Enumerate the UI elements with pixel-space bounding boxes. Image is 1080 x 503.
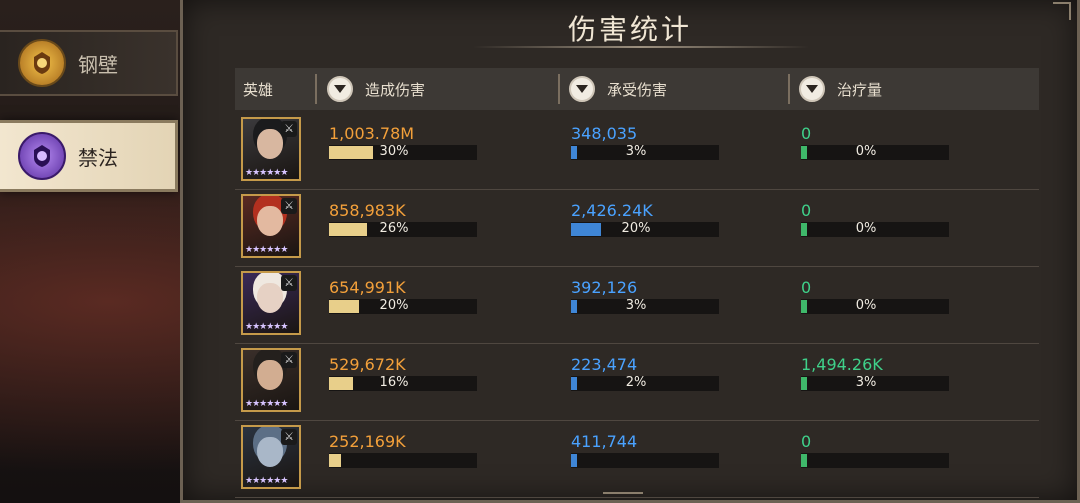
hero-portrait[interactable]: ⚔ ★★★★★★ — [241, 348, 301, 412]
tab-steel-wall[interactable]: 钢壁 — [0, 30, 178, 96]
row-divider — [235, 189, 1039, 190]
damage-dealt-percent: 20% — [379, 298, 409, 313]
class-badge-icon: ⚔ — [281, 121, 297, 137]
hero-face — [257, 437, 283, 467]
star-rating-icon: ★★★★★★ — [245, 399, 288, 409]
damage-taken-bar — [571, 453, 719, 468]
damage-taken-bar-fill — [571, 146, 577, 159]
healing-value: 0 — [801, 124, 812, 143]
damage-dealt-percent: 30% — [379, 144, 409, 159]
healing-bar — [801, 453, 949, 468]
damage-taken-percent: 3% — [625, 144, 647, 159]
damage-taken-percent: 20% — [621, 221, 651, 236]
healing-percent: 0% — [855, 221, 877, 236]
page-title: 伤害统计 — [567, 13, 692, 46]
hero-portrait[interactable]: ⚔ ★★★★★★ — [241, 271, 301, 335]
class-badge-icon: ⚔ — [281, 429, 297, 445]
column-label: 造成伤害 — [365, 80, 426, 99]
star-rating-icon: ★★★★★★ — [245, 168, 288, 178]
healing-percent: 0% — [855, 144, 877, 159]
row-divider — [235, 266, 1039, 267]
class-badge-icon: ⚔ — [281, 275, 297, 291]
damage-taken-percent: 2% — [625, 375, 647, 390]
hero-portrait[interactable]: ⚔ ★★★★★★ — [241, 194, 301, 258]
healing-percent: 3% — [855, 375, 877, 390]
damage-taken-value: 411,744 — [571, 432, 638, 451]
column-damage-dealt[interactable]: 造成伤害 — [327, 68, 425, 110]
damage-taken-percent: 3% — [625, 298, 647, 313]
hero-row[interactable]: ⚔ ★★★★★★ 1,003.78M 30% 348,035 3% 0 0% — [235, 114, 1039, 190]
sort-dropdown-icon[interactable] — [799, 76, 825, 102]
healing-value: 1,494.26K — [801, 355, 883, 374]
damage-dealt-bar-fill — [329, 223, 368, 236]
healing-percent: 0% — [855, 298, 877, 313]
healing-value: 0 — [801, 278, 812, 297]
column-label: 治疗量 — [837, 80, 883, 99]
damage-dealt-percent: 16% — [379, 375, 409, 390]
column-damage-taken[interactable]: 承受伤害 — [569, 68, 667, 110]
sort-dropdown-icon[interactable] — [327, 76, 353, 102]
hero-portrait[interactable]: ⚔ ★★★★★★ — [241, 425, 301, 489]
row-divider — [235, 420, 1039, 421]
class-badge-icon: ⚔ — [281, 198, 297, 214]
hero-face — [257, 129, 283, 159]
healing-value: 0 — [801, 201, 812, 220]
hero-row[interactable]: ⚔ ★★★★★★ 654,991K 20% 392,126 3% 0 0% — [235, 268, 1039, 344]
damage-dealt-value: 252,169K — [329, 432, 406, 451]
hero-face — [257, 206, 283, 236]
damage-dealt-percent: 26% — [379, 221, 409, 236]
damage-taken-value: 2,426.24K — [571, 201, 653, 220]
table-header: 英雄 造成伤害 承受伤害 治疗量 — [235, 68, 1039, 110]
hero-row[interactable]: ⚔ ★★★★★★ 529,672K 16% 223,474 2% 1,494.2… — [235, 345, 1039, 421]
star-rating-icon: ★★★★★★ — [245, 476, 288, 486]
healing-bar-fill — [801, 377, 807, 390]
column-healing[interactable]: 治疗量 — [799, 68, 882, 110]
row-divider — [235, 497, 1039, 498]
damage-dealt-value: 529,672K — [329, 355, 406, 374]
damage-taken-value: 223,474 — [571, 355, 638, 374]
column-label: 承受伤害 — [607, 80, 668, 99]
column-divider — [788, 74, 790, 104]
healing-value: 0 — [801, 432, 812, 451]
damage-taken-bar-fill — [571, 454, 577, 467]
damage-taken-bar-fill — [571, 377, 577, 390]
damage-taken-value: 392,126 — [571, 278, 638, 297]
title-divider — [473, 46, 809, 48]
hero-row[interactable]: ⚔ ★★★★★★ 858,983K 26% 2,426.24K 20% 0 0% — [235, 191, 1039, 267]
class-badge-icon: ⚔ — [281, 352, 297, 368]
healing-bar-fill — [801, 223, 807, 236]
hero-face — [257, 360, 283, 390]
tab-label: 钢壁 — [78, 52, 118, 77]
damage-taken-bar-fill — [571, 223, 601, 236]
damage-dealt-bar-fill — [329, 377, 353, 390]
healing-bar-fill — [801, 300, 807, 313]
damage-dealt-value: 654,991K — [329, 278, 406, 297]
healing-bar-fill — [801, 454, 807, 467]
row-divider — [235, 343, 1039, 344]
hero-face — [257, 283, 283, 313]
healing-bar-fill — [801, 146, 807, 159]
column-divider — [315, 74, 317, 104]
bottom-ornament — [603, 478, 643, 494]
damage-taken-bar-fill — [571, 300, 577, 313]
damage-stats-panel: 伤害统计 英雄 造成伤害 承受伤害 治疗量 ⚔ ★★★★★★ 1,003.78M — [180, 0, 1080, 503]
hero-portrait[interactable]: ⚔ ★★★★★★ — [241, 117, 301, 181]
sort-dropdown-icon[interactable] — [569, 76, 595, 102]
star-rating-icon: ★★★★★★ — [245, 245, 288, 255]
purple-crest-icon — [18, 132, 66, 180]
damage-dealt-value: 858,983K — [329, 201, 406, 220]
tab-forbidden-arts[interactable]: 禁法 — [0, 120, 178, 192]
damage-dealt-bar-fill — [329, 454, 341, 467]
damage-dealt-value: 1,003.78M — [329, 124, 415, 143]
column-hero: 英雄 — [243, 80, 274, 99]
gold-crest-icon — [18, 39, 66, 87]
star-rating-icon: ★★★★★★ — [245, 322, 288, 332]
damage-taken-value: 348,035 — [571, 124, 638, 143]
damage-dealt-bar — [329, 453, 477, 468]
tab-label: 禁法 — [78, 145, 118, 170]
column-divider — [558, 74, 560, 104]
damage-dealt-bar-fill — [329, 300, 359, 313]
